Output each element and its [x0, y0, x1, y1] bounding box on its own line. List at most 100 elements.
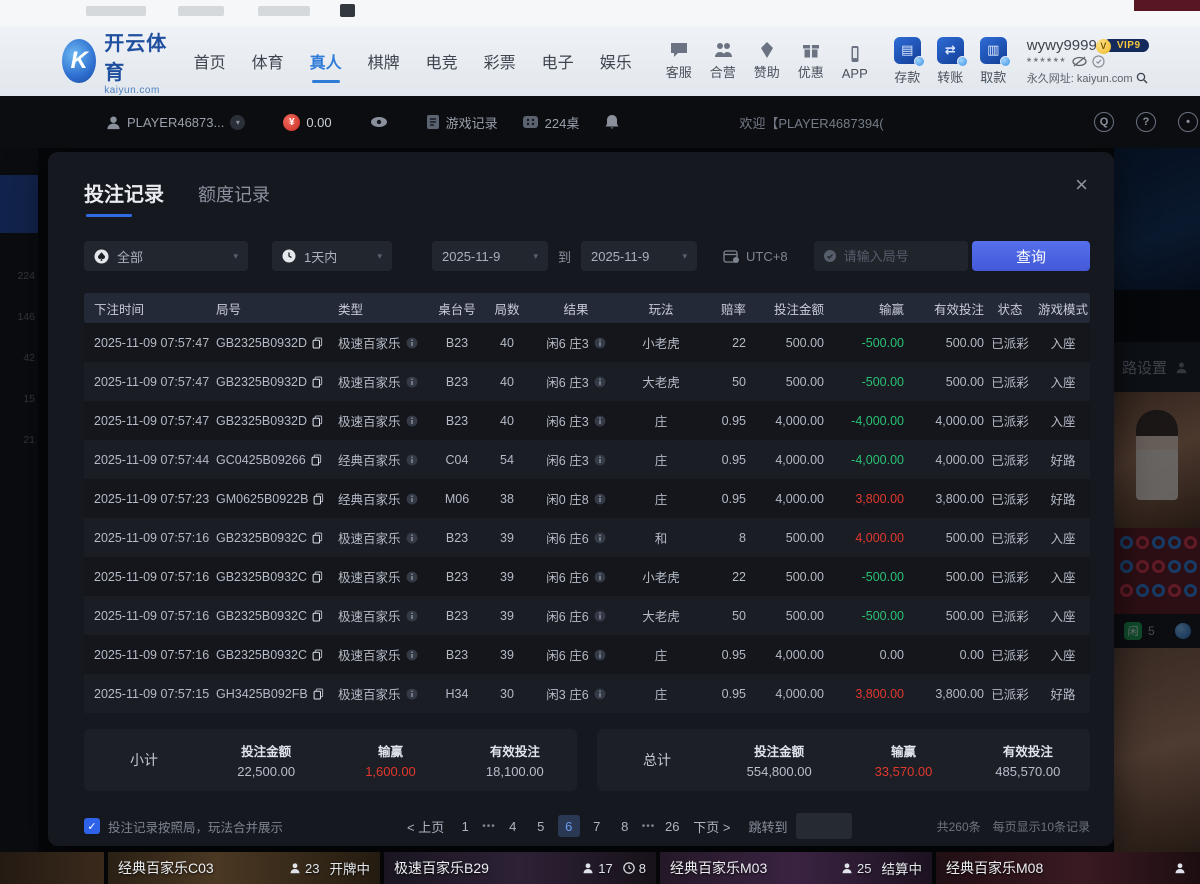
nav-item-lottery[interactable]: 彩票	[484, 43, 516, 79]
copy-icon[interactable]	[312, 649, 323, 661]
info-icon[interactable]	[594, 610, 606, 622]
player-account-menu[interactable]: PLAYER46873... ▾	[106, 115, 245, 130]
table-count-button[interactable]: 224桌	[522, 113, 580, 132]
copy-icon[interactable]	[312, 376, 323, 388]
balance-display[interactable]: ¥ 0.00	[283, 114, 331, 131]
copy-icon[interactable]	[312, 571, 323, 583]
total-bet: 554,800.00	[747, 764, 812, 779]
cell-winloss: 0.00	[824, 648, 904, 662]
close-icon[interactable]: ×	[1075, 174, 1088, 196]
info-icon[interactable]	[406, 376, 418, 388]
cell-count: 40	[484, 375, 530, 389]
copy-icon[interactable]	[313, 688, 324, 700]
info-icon[interactable]	[406, 493, 418, 505]
cell-mode: 入座	[1036, 645, 1090, 664]
promotions-button[interactable]: 优惠	[798, 41, 824, 81]
cell-odds: 0.95	[700, 492, 746, 506]
app-download-button[interactable]: APP	[842, 45, 868, 81]
pagination-ellipsis: •••	[482, 821, 496, 832]
partners-button[interactable]: 合营	[710, 41, 736, 81]
info-icon[interactable]	[594, 688, 606, 700]
table-card-2[interactable]: 极速百家乐B29178	[384, 852, 656, 884]
transfer-button[interactable]: ⇄ 转账	[937, 37, 964, 86]
date-to-picker[interactable]: 2025-11-9 ▾	[581, 241, 697, 271]
cell-odds: 50	[700, 609, 746, 623]
help-icon[interactable]: ?	[1136, 112, 1156, 132]
copy-icon[interactable]	[312, 610, 323, 622]
settings-icon[interactable]: Q	[1094, 112, 1114, 132]
info-icon[interactable]	[594, 649, 606, 661]
page-button-4[interactable]: 4	[502, 815, 524, 837]
page-button-7[interactable]: 7	[586, 815, 608, 837]
player-count: 25	[841, 861, 871, 876]
merge-checkbox[interactable]: ✓	[84, 818, 100, 834]
table-card-3[interactable]: 经典百家乐M0325结算中	[660, 852, 932, 884]
copy-icon[interactable]	[313, 493, 324, 505]
copy-icon[interactable]	[312, 532, 323, 544]
copy-icon[interactable]	[312, 415, 323, 427]
page-button-6[interactable]: 6	[558, 815, 580, 837]
tab-bet-records[interactable]: 投注记录	[84, 178, 164, 217]
table-row: 2025-11-09 07:57:16GB2325B0932C极速百家乐B233…	[84, 518, 1090, 557]
page-button-1[interactable]: 1	[454, 815, 476, 837]
nav-item-entertainment[interactable]: 娱乐	[600, 43, 632, 79]
copy-icon[interactable]	[312, 337, 323, 349]
copy-icon[interactable]	[311, 454, 322, 466]
date-range-dropdown[interactable]: 1天内 ▾	[272, 241, 392, 271]
info-icon[interactable]	[594, 532, 606, 544]
refresh-balance-icon[interactable]	[1092, 55, 1105, 68]
prev-page-button[interactable]: < 上页	[403, 817, 448, 836]
nav-item-sports[interactable]: 体育	[252, 43, 284, 79]
category-dropdown[interactable]: 全部 ▾	[84, 241, 248, 271]
timezone-toggle[interactable]: UTC+8	[723, 249, 788, 264]
info-icon[interactable]	[406, 688, 418, 700]
table-card-1[interactable]: 经典百家乐C0323开牌中	[108, 852, 380, 884]
round-search-input[interactable]	[844, 249, 959, 264]
info-icon[interactable]	[406, 532, 418, 544]
info-icon[interactable]	[406, 649, 418, 661]
date-from-picker[interactable]: 2025-11-9 ▾	[432, 241, 548, 271]
cell-play: 大老虎	[622, 606, 700, 625]
page-button-26[interactable]: 26	[661, 815, 683, 837]
jump-page-input[interactable]	[796, 813, 852, 839]
info-icon[interactable]	[594, 337, 606, 349]
bell-icon[interactable]	[605, 114, 619, 130]
info-icon[interactable]	[406, 415, 418, 427]
cell-type: 极速百家乐	[338, 528, 430, 547]
table-row: 2025-11-09 07:57:15GH3425B092FB极速百家乐H343…	[84, 674, 1090, 713]
table-card-partial[interactable]	[0, 852, 104, 884]
brand-logo[interactable]: K 开云体育 kaiyun.com	[62, 27, 170, 96]
sponsor-button[interactable]: 赞助	[754, 41, 780, 81]
table-row: 2025-11-09 07:57:44GC0425B09266经典百家乐C045…	[84, 440, 1090, 479]
info-icon[interactable]	[406, 610, 418, 622]
info-icon[interactable]	[594, 376, 606, 388]
support-button[interactable]: 客服	[666, 41, 692, 81]
eye-off-icon[interactable]	[1072, 56, 1087, 67]
withdraw-button[interactable]: ▥ 取款	[980, 37, 1007, 86]
nav-item-cards[interactable]: 棋牌	[368, 43, 400, 79]
page-button-8[interactable]: 8	[614, 815, 636, 837]
game-records-button[interactable]: 游戏记录	[426, 113, 498, 132]
query-button[interactable]: 查询	[972, 241, 1090, 271]
info-icon[interactable]	[594, 571, 606, 583]
page-button-5[interactable]: 5	[530, 815, 552, 837]
info-icon[interactable]	[594, 415, 606, 427]
info-icon[interactable]	[594, 454, 606, 466]
eye-icon[interactable]	[370, 116, 388, 128]
more-icon[interactable]: •	[1178, 112, 1198, 132]
tab-quota-records[interactable]: 额度记录	[198, 181, 270, 217]
table-card-4[interactable]: 经典百家乐M08	[936, 852, 1200, 884]
next-page-button[interactable]: 下页 >	[689, 817, 734, 836]
info-icon[interactable]	[406, 454, 418, 466]
magnifier-icon[interactable]	[1136, 72, 1148, 84]
nav-item-esports[interactable]: 电竞	[426, 43, 458, 79]
info-icon[interactable]	[406, 337, 418, 349]
nav-item-slots[interactable]: 电子	[542, 43, 574, 79]
header-play: 玩法	[622, 299, 700, 318]
nav-item-live[interactable]: 真人	[310, 43, 342, 79]
info-icon[interactable]	[594, 493, 606, 505]
nav-item-home[interactable]: 首页	[194, 43, 226, 79]
header-time: 下注时间	[84, 299, 216, 318]
info-icon[interactable]	[406, 571, 418, 583]
deposit-button[interactable]: ▤ 存款	[894, 37, 921, 86]
